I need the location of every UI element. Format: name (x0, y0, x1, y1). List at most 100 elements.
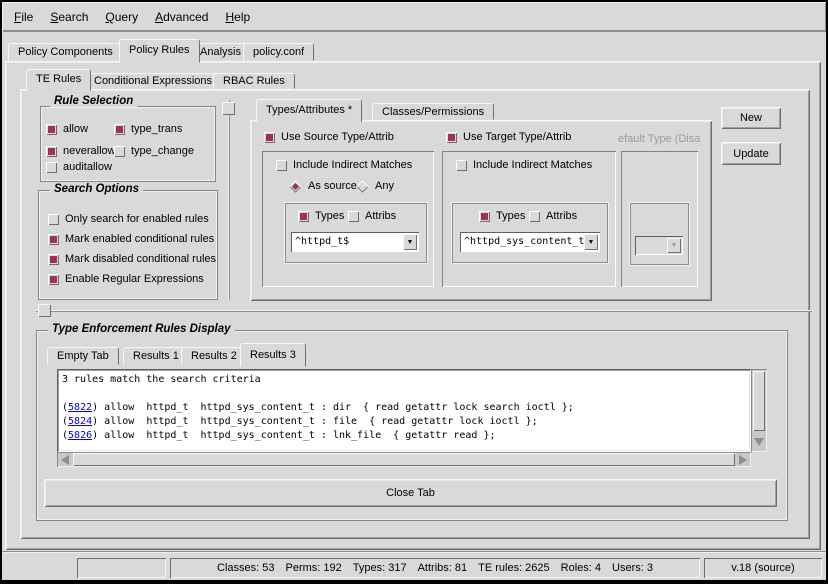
tab-types-attributes[interactable]: Types/Attributes * (256, 99, 362, 122)
scroll-right-arrow-icon[interactable] (736, 453, 749, 466)
scroll-left-arrow-icon[interactable] (59, 453, 72, 466)
horizontal-sash-handle[interactable] (38, 304, 51, 317)
horizontal-pane-sash[interactable] (36, 310, 812, 312)
checkbox-enable-regex[interactable]: Enable Regular Expressions (48, 273, 204, 286)
checkbox-type-trans[interactable]: type_trans (114, 123, 182, 136)
checkbox-source-types[interactable]: Types (298, 210, 344, 223)
radio-indicator (289, 180, 302, 193)
checkbox-label: type_trans (131, 123, 182, 136)
paren: ) (92, 402, 104, 413)
menu-file[interactable]: File (14, 10, 33, 24)
menu-file-rest: ile (21, 10, 33, 24)
tab-classes-permissions[interactable]: Classes/Permissions (372, 103, 494, 120)
tab-label: Types/Attributes * (266, 104, 352, 116)
rule-link-5824[interactable]: 5824 (68, 416, 92, 427)
checkbox-use-source-type[interactable]: Use Source Type/Attrib (264, 131, 394, 144)
checkbox-label: Attribs (365, 210, 396, 223)
dropdown-arrow-icon[interactable]: ▼ (403, 234, 417, 250)
tab-policy-components[interactable]: Policy Components (8, 43, 123, 61)
menu-search[interactable]: Search (50, 10, 88, 24)
tab-empty-tab[interactable]: Empty Tab (47, 347, 119, 365)
results-text-area[interactable]: 3 rules match the search criteria (5822)… (57, 369, 751, 452)
tab-rbac-rules[interactable]: RBAC Rules (213, 73, 295, 89)
horizontal-scrollbar[interactable] (57, 452, 751, 467)
source-type-value: ^httpd_t$ (291, 232, 403, 252)
tab-policy-rules[interactable]: Policy Rules (119, 39, 200, 63)
vertical-pane-sash[interactable] (228, 100, 230, 300)
checkbox-label: Attribs (546, 210, 577, 223)
checkbox-auditallow[interactable]: auditallow (46, 161, 112, 174)
status-stats-box: Classes: 53 Perms: 192 Types: 317 Attrib… (170, 558, 700, 578)
result-line: (5822) allow httpd_t httpd_sys_content_t… (62, 401, 746, 415)
tab-conditional-expressions[interactable]: Conditional Expressions (84, 73, 222, 89)
stat-te-rules: TE rules: 2625 (478, 562, 550, 575)
window-border-bottom (0, 580, 828, 584)
menu-advanced-mnemonic: A (155, 10, 163, 24)
menu-help-mnemonic: H (225, 10, 234, 24)
checkbox-target-attribs[interactable]: Attribs (529, 210, 577, 223)
horizontal-scrollbar-thumb[interactable] (73, 453, 735, 466)
tab-policy-conf[interactable]: policy.conf (243, 43, 314, 61)
dropdown-arrow-icon[interactable]: ▼ (584, 234, 598, 250)
vertical-sash-handle[interactable] (222, 102, 235, 115)
tab-te-rules[interactable]: TE Rules (26, 69, 91, 91)
tab-label: Results 3 (250, 349, 296, 361)
tab-results-2[interactable]: Results 2 (181, 347, 247, 365)
tab-label: Conditional Expressions (94, 75, 212, 87)
result-line: (5824) allow httpd_t httpd_sys_content_t… (62, 415, 746, 429)
results-header-line: 3 rules match the search criteria (62, 373, 746, 387)
tab-label: Classes/Permissions (382, 106, 484, 118)
new-button[interactable]: New (721, 107, 781, 129)
checkbox-target-indirect[interactable]: Include Indirect Matches (456, 159, 592, 172)
radio-label: As source (308, 180, 357, 193)
tab-label: Results 2 (191, 350, 237, 362)
checkbox-mark-disabled-conditional[interactable]: Mark disabled conditional rules (48, 253, 216, 266)
results-blank-line (62, 387, 746, 401)
menu-advanced-rest: dvanced (163, 10, 208, 24)
checkbox-indicator (114, 146, 125, 157)
radio-as-source[interactable]: As source (289, 180, 357, 193)
scroll-down-arrow-icon[interactable] (753, 435, 765, 449)
rule-text: allow httpd_t httpd_sys_content_t : dir … (104, 402, 574, 413)
checkbox-only-enabled-rules[interactable]: Only search for enabled rules (48, 213, 209, 226)
checkbox-mark-enabled-conditional[interactable]: Mark enabled conditional rules (48, 233, 214, 246)
checkbox-allow[interactable]: allow (46, 123, 88, 136)
source-type-combobox[interactable]: ^httpd_t$ ▼ (291, 232, 419, 252)
update-button[interactable]: Update (721, 142, 781, 165)
checkbox-indicator (479, 211, 490, 222)
result-line: (5826) allow httpd_t httpd_sys_content_t… (62, 429, 746, 443)
search-options-title: Search Options (50, 183, 143, 195)
checkbox-source-attribs[interactable]: Attribs (348, 210, 396, 223)
tab-label: Empty Tab (57, 350, 109, 362)
paren: ) (92, 430, 104, 441)
checkbox-target-types[interactable]: Types (479, 210, 525, 223)
default-type-value (635, 236, 667, 255)
tab-label: policy.conf (253, 46, 304, 58)
tab-results-3[interactable]: Results 3 (240, 343, 306, 367)
tab-label: Policy Components (18, 46, 113, 58)
status-version-box: v.18 (source) (704, 558, 822, 578)
te-display-title: Type Enforcement Rules Display (48, 323, 235, 335)
default-type-box (629, 202, 690, 266)
rule-link-5822[interactable]: 5822 (68, 402, 92, 413)
menu-advanced[interactable]: Advanced (155, 10, 208, 24)
close-tab-button[interactable]: Close Tab (44, 479, 777, 507)
checkbox-type-change[interactable]: type_change (114, 145, 194, 158)
checkbox-source-indirect[interactable]: Include Indirect Matches (276, 159, 412, 172)
vertical-scrollbar[interactable] (751, 369, 767, 452)
checkbox-neverallow[interactable]: neverallow (46, 145, 116, 158)
menu-query[interactable]: Query (105, 10, 138, 24)
target-type-combobox[interactable]: ^httpd_sys_content_t$ ▼ (460, 232, 600, 252)
rule-link-5826[interactable]: 5826 (68, 430, 92, 441)
checkbox-use-target-type[interactable]: Use Target Type/Attrib (446, 131, 571, 144)
vertical-scrollbar-thumb[interactable] (753, 371, 765, 431)
menu-help[interactable]: Help (225, 10, 250, 24)
radio-any[interactable]: Any (356, 180, 394, 193)
tab-label: TE Rules (36, 73, 81, 85)
stat-perms: Perms: 192 (286, 562, 342, 575)
checkbox-indicator (529, 211, 540, 222)
menubar: File Search Query Advanced Help (2, 2, 826, 32)
checkbox-indicator (276, 160, 287, 171)
tab-results-1[interactable]: Results 1 (123, 347, 189, 365)
radio-label: Any (375, 180, 394, 193)
